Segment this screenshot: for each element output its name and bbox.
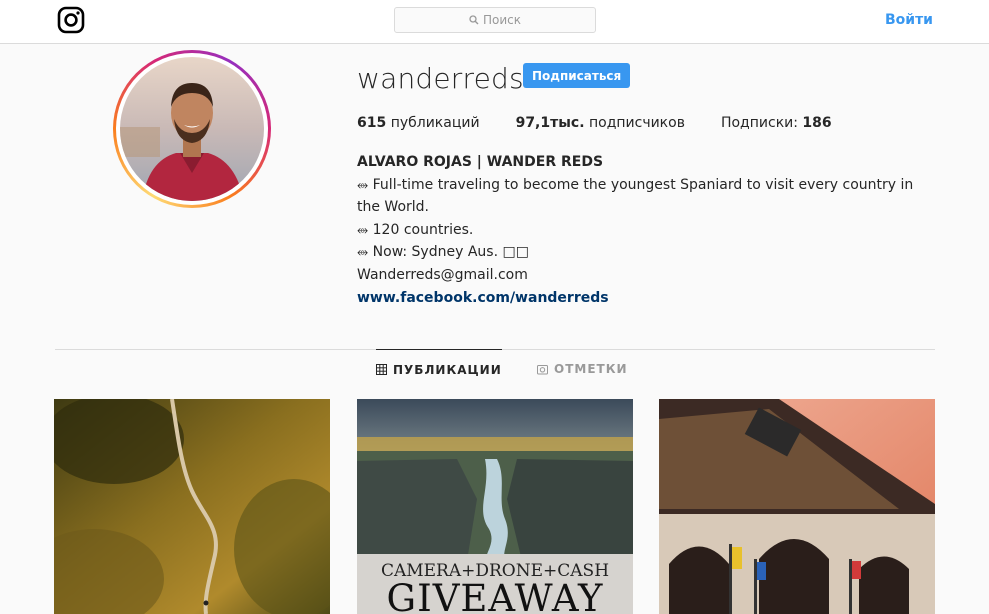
grid-icon (376, 364, 387, 375)
search-box[interactable] (394, 7, 596, 33)
post-image-palace (659, 399, 935, 614)
follow-button[interactable]: Подписаться (523, 63, 631, 88)
tab-tagged[interactable]: ОТМЕТКИ (537, 349, 628, 389)
bio-line: ⥈ Now: Sydney Aus. □□ (357, 244, 529, 261)
following-count: 186 (802, 115, 832, 131)
avatar-story-ring[interactable] (113, 50, 271, 208)
bio-line: ⥈ 120 countries. (357, 221, 474, 238)
followers-count: 97,1тыс. (515, 115, 585, 131)
stat-following[interactable]: Подписки: 186 (721, 115, 832, 131)
tab-posts[interactable]: ПУБЛИКАЦИИ (376, 349, 502, 389)
tab-posts-label: ПУБЛИКАЦИИ (393, 362, 502, 377)
profile-username: wanderreds (357, 62, 524, 95)
instagram-logo-icon[interactable] (57, 6, 85, 34)
tag-photo-icon (537, 364, 548, 374)
posts-count: 615 (357, 115, 387, 131)
bio-email: Wanderreds@gmail.com (357, 266, 528, 283)
login-link[interactable]: Войти (885, 12, 933, 28)
top-nav: Войти (0, 0, 989, 44)
avatar (120, 57, 264, 201)
post-thumbnail[interactable] (659, 399, 935, 614)
following-label: Подписки: (720, 115, 798, 131)
profile-full-name: ALVARO ROJAS | WANDER REDS (357, 154, 604, 170)
tab-tagged-label: ОТМЕТКИ (554, 362, 628, 376)
post-overlay-title: GIVEAWAY (386, 577, 604, 614)
post-thumbnail[interactable] (54, 399, 330, 614)
profile-website-link[interactable]: www.facebook.com/wanderreds (357, 287, 927, 310)
profile-stats: 615 публикаций 97,1тыс. подписчиков Подп… (357, 115, 868, 131)
profile-bio: ALVARO ROJAS | WANDER REDS ⥈ Full-time t… (357, 151, 927, 309)
stat-posts: 615 публикаций (357, 115, 480, 131)
bio-line: ⥈ Full-time traveling to become the youn… (357, 176, 914, 216)
search-icon (469, 15, 479, 25)
post-thumbnail[interactable]: CAMERA+DRONE+CASH GIVEAWAY (357, 399, 633, 614)
search-input[interactable] (483, 13, 521, 27)
stat-followers[interactable]: 97,1тыс. подписчиков (516, 115, 685, 131)
posts-label: публикаций (390, 115, 480, 131)
followers-label: подписчиков (588, 115, 685, 131)
post-image-mountain-trail (54, 399, 330, 614)
